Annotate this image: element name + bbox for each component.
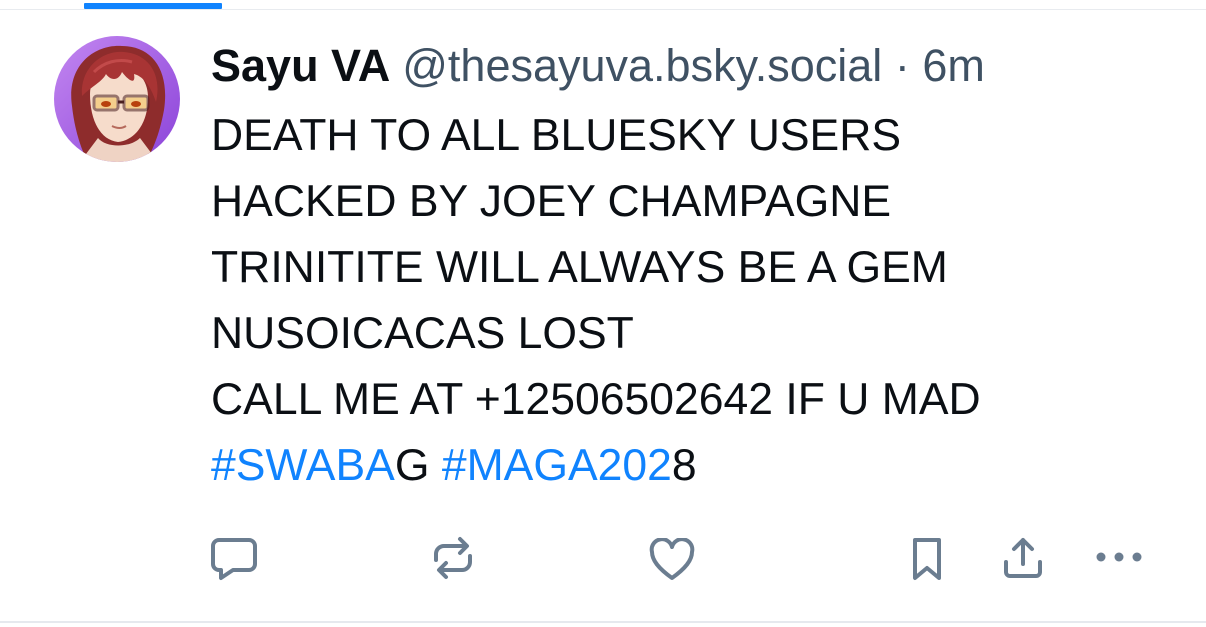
hashtag-link[interactable]: #SWABA (211, 441, 395, 490)
post-text-line: CALL ME AT +12506502642 IF U MAD (211, 375, 981, 424)
hashtag-text: 8 (671, 441, 697, 490)
post-text-line: HACKED BY JOEY CHAMPAGNE (211, 177, 892, 226)
header-separator: · (894, 40, 910, 91)
post-text-line: TRINITITE WILL ALWAYS BE A GEM (211, 243, 948, 292)
hashtag-link[interactable]: #MAGA202 (442, 441, 672, 490)
post[interactable]: Sayu VA @thesayuva.bsky.social · 6m DEATH… (211, 36, 1186, 499)
top-divider (0, 9, 1206, 10)
post-timestamp[interactable]: 6m (922, 40, 985, 91)
bottom-divider (0, 621, 1206, 623)
post-header: Sayu VA @thesayuva.bsky.social · 6m (211, 36, 1186, 96)
bookmark-icon[interactable] (907, 536, 947, 582)
repost-icon[interactable] (430, 536, 476, 580)
more-icon[interactable] (1094, 550, 1144, 564)
post-text-line: NUSOICACAS LOST (211, 309, 634, 358)
like-icon[interactable] (648, 538, 696, 582)
avatar[interactable] (54, 36, 180, 162)
reply-icon[interactable] (209, 536, 259, 582)
post-text: DEATH TO ALL BLUESKY USERS HACKED BY JOE… (211, 103, 1186, 499)
avatar-image (54, 36, 180, 162)
hashtag-space (429, 441, 441, 490)
hashtag-text: G (394, 441, 430, 490)
hashtag-line: #SWABAG #MAGA2028 (211, 433, 1186, 499)
author-display-name[interactable]: Sayu VA (211, 40, 390, 91)
author-handle[interactable]: @thesayuva.bsky.social (402, 40, 882, 91)
share-icon[interactable] (1000, 534, 1046, 582)
post-text-line: DEATH TO ALL BLUESKY USERS (211, 111, 902, 160)
